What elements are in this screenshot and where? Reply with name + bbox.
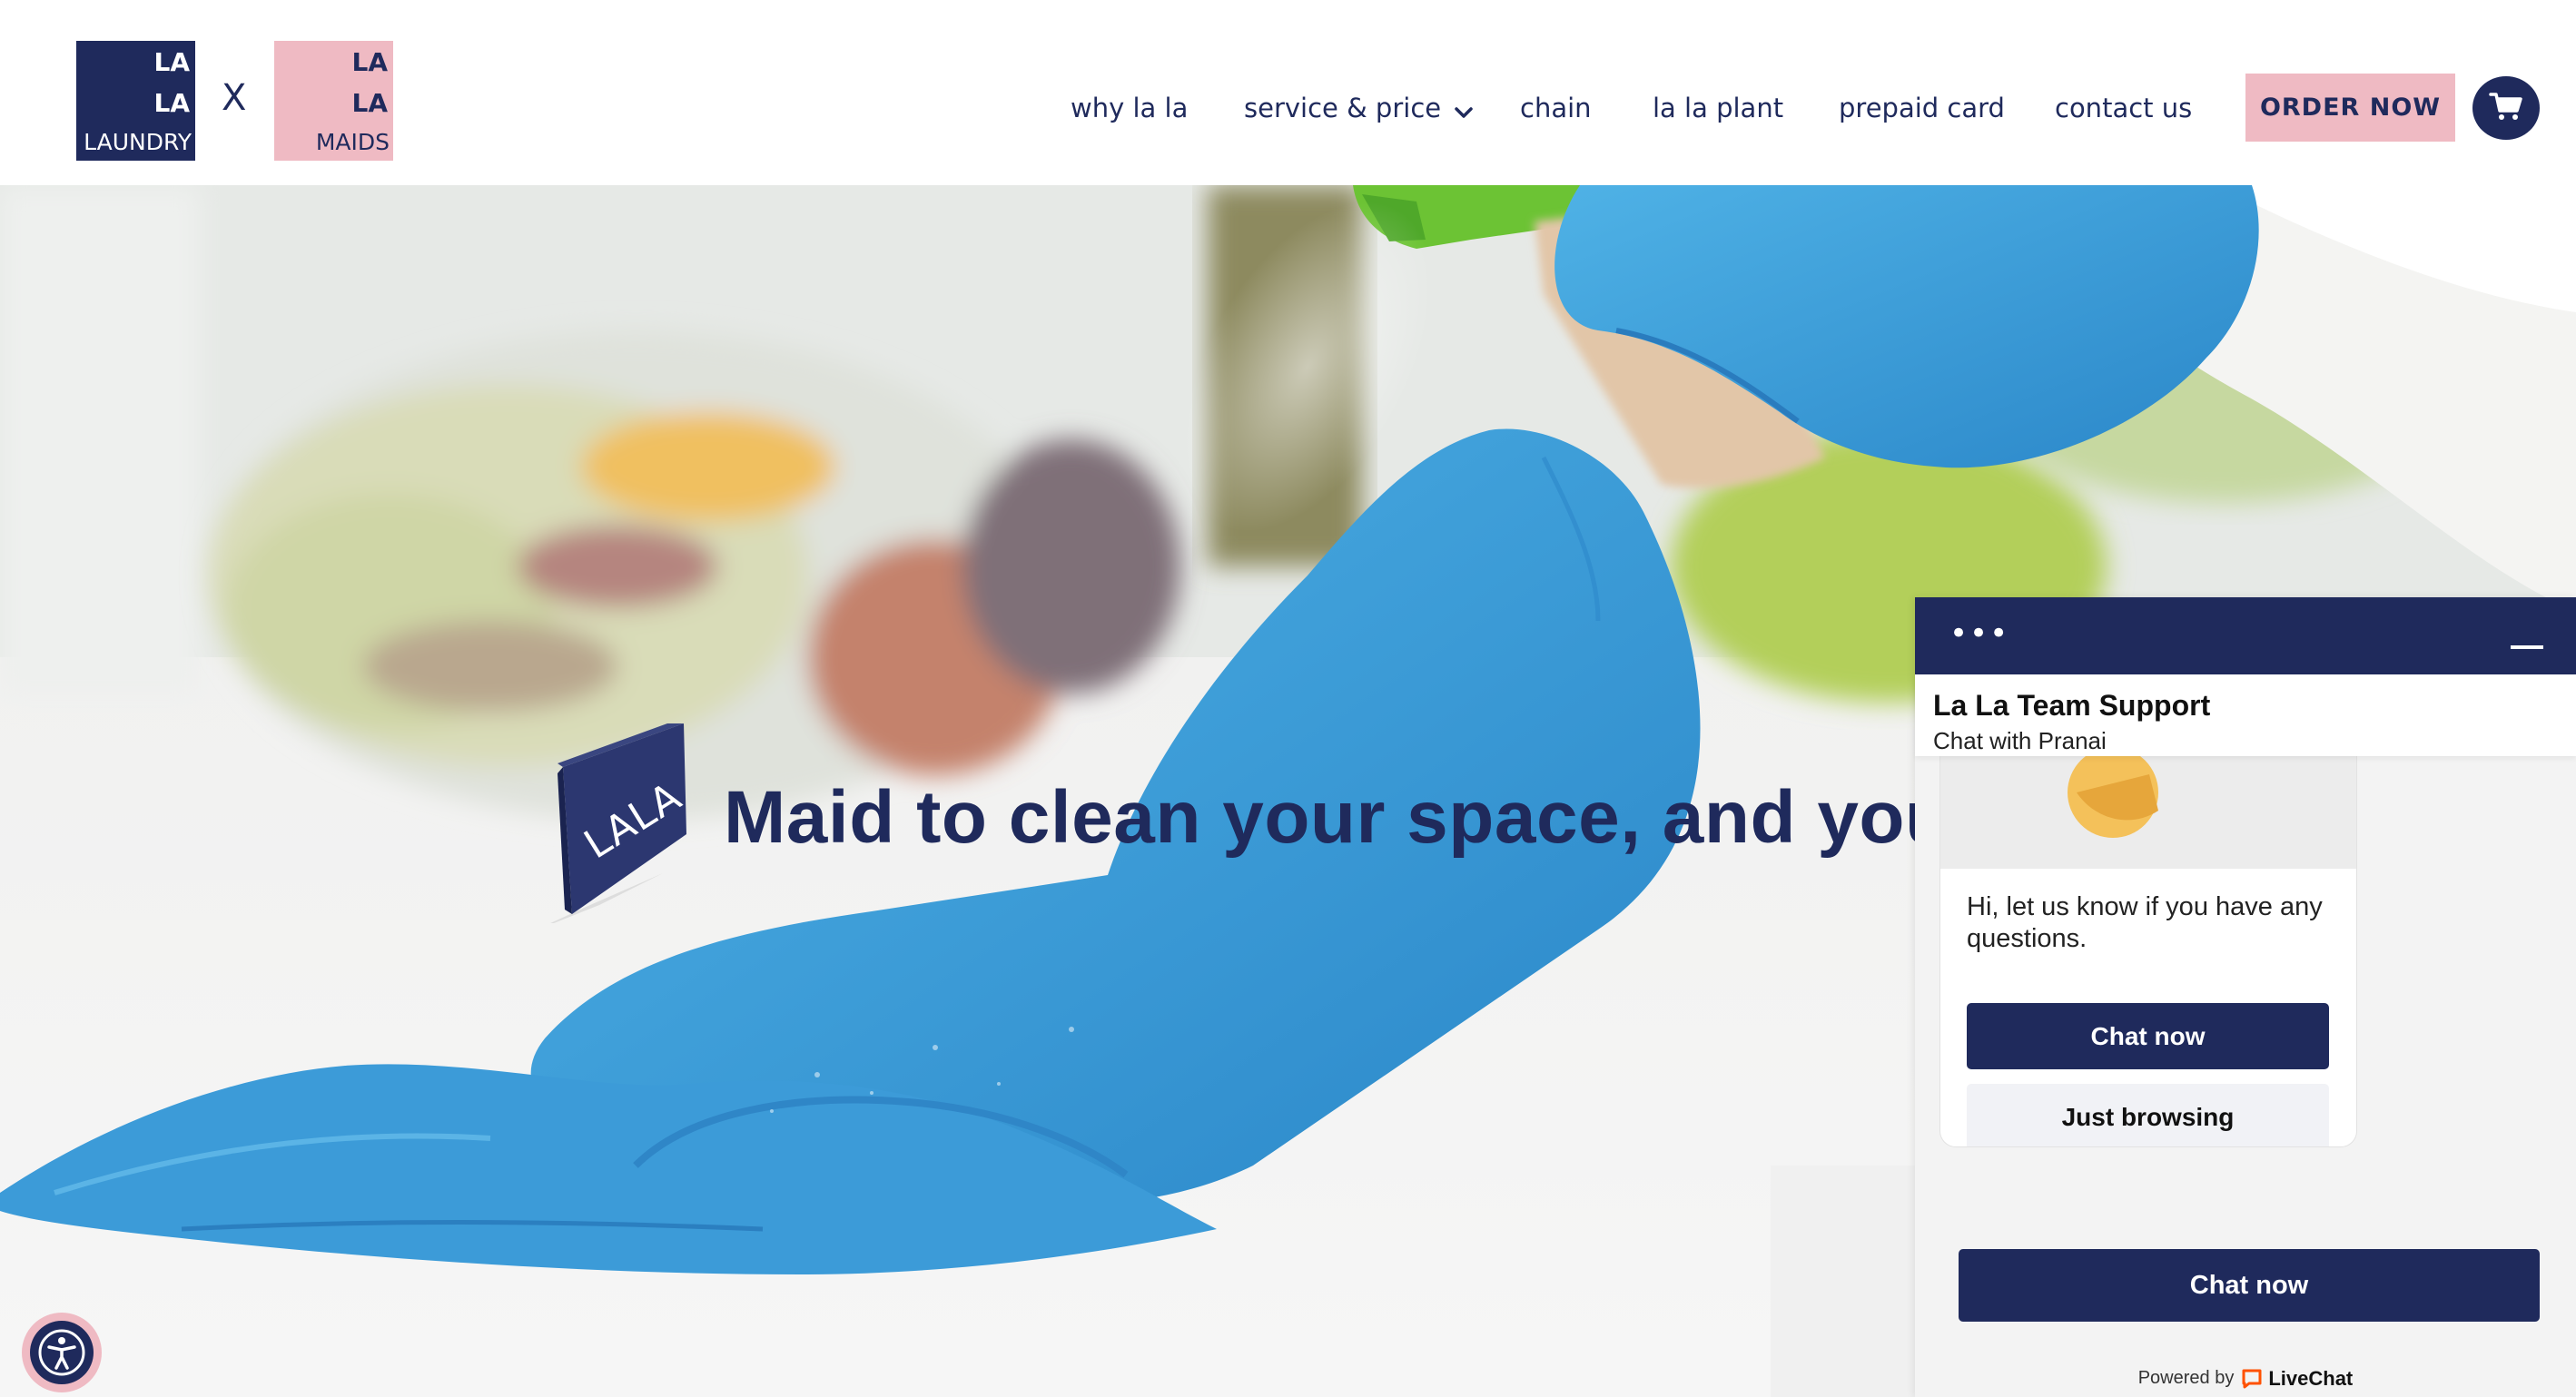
logo-maids-line2: LA [351,87,388,118]
livechat-widget: ••• Hi, let us know if you have any ques… [1915,597,2576,1397]
logo-laundry-line3: LAUNDRY [84,129,192,155]
chat-greeting-card: Hi, let us know if you have any question… [1939,756,2357,1147]
accessibility-icon [30,1321,94,1384]
livechat-brand-label: LiveChat [2268,1366,2354,1390]
la-la-maids-logo[interactable]: LA LA MAIDS [274,41,393,161]
chat-title: La La Team Support [1933,689,2211,722]
nav-why-la-la[interactable]: why la la [1071,87,1188,129]
logo-laundry-line1: LA [153,47,190,77]
logo-maids-line3: MAIDS [315,129,390,155]
chevron-down-icon [1454,89,1474,131]
accessibility-button[interactable] [22,1313,102,1392]
just-browsing-button[interactable]: Just browsing [1967,1084,2329,1146]
minimize-icon[interactable] [2511,645,2543,649]
nav-contact-us[interactable]: contact us [2055,87,2192,129]
powered-by-livechat[interactable]: Powered by LiveChat [1915,1360,2576,1397]
nav-la-la-plant[interactable]: la la plant [1653,87,1783,129]
lala-cube-logo: LALA [518,720,699,934]
hero-heading: Maid to clean your space, and your [724,776,1981,859]
logo-laundry-line2: LA [153,87,190,118]
livechat-brand: LiveChat [2241,1367,2353,1391]
la-la-laundry-logo[interactable]: LA LA LAUNDRY [76,41,195,161]
order-now-button[interactable]: ORDER NOW [2245,74,2455,142]
logo-separator: X [222,77,247,119]
nav-prepaid-card[interactable]: prepaid card [1839,87,2005,129]
nav-service-price[interactable]: service & price [1244,87,1474,131]
chat-now-button[interactable]: Chat now [1967,1003,2329,1069]
chat-subtitle: Chat with Pranai [1933,727,2107,754]
cart-button[interactable] [2472,76,2540,140]
chat-top-bar: ••• [1915,597,2576,674]
nav-service-price-label: service & price [1244,93,1442,123]
main-chat-now-button[interactable]: Chat now [1959,1249,2540,1322]
greeting-image [1940,756,2356,869]
site-header: LA LA LAUNDRY X LA LA MAIDS why la la se… [0,0,2576,185]
cart-icon [2489,91,2523,126]
nav-chain[interactable]: chain [1520,87,1592,129]
greeting-message: Hi, let us know if you have any question… [1967,892,2323,953]
powered-by-label: Powered by [2137,1368,2235,1388]
chat-header: La La Team Support Chat with Pranai [1915,674,2576,756]
logo-maids-line1: LA [351,47,388,77]
livechat-logo-icon [2241,1368,2263,1390]
chat-menu-icon[interactable]: ••• [1949,615,2009,652]
